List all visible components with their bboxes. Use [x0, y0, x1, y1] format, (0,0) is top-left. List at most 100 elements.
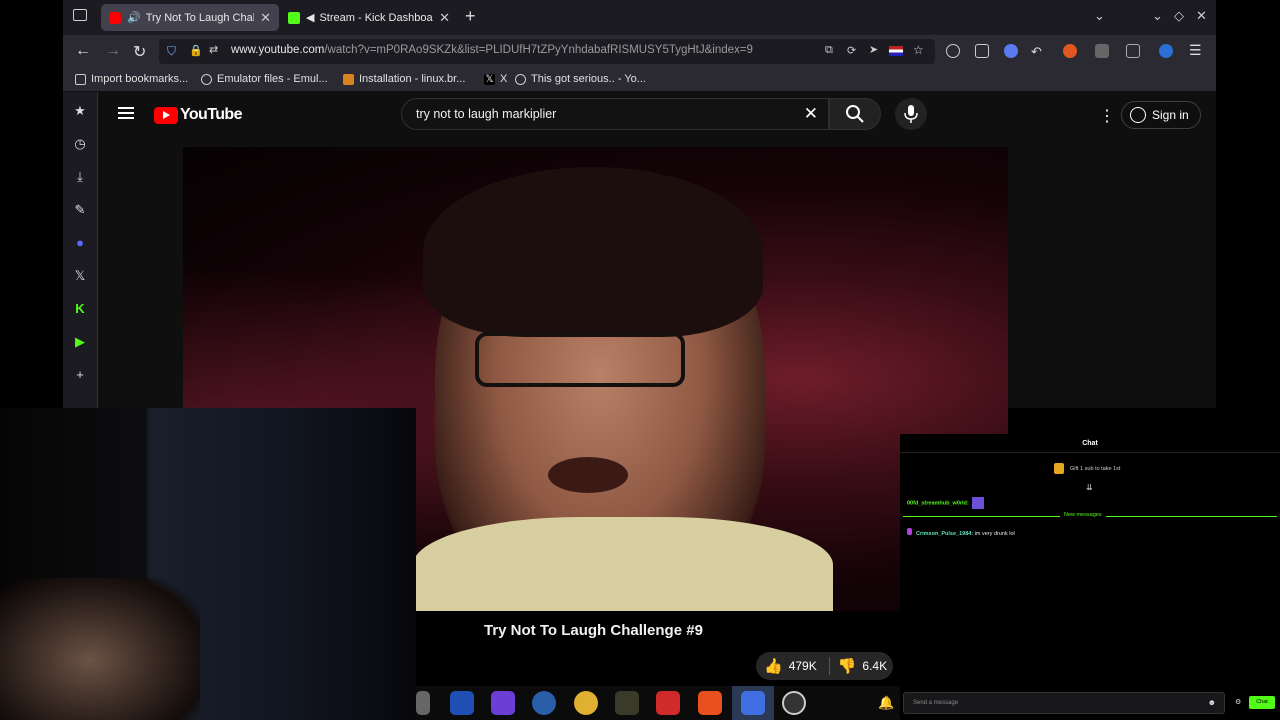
search-input[interactable]: try not to laugh markiplier ✕ — [401, 98, 829, 130]
star-icon[interactable]: ★ — [72, 103, 88, 119]
x-logo-icon: 𝕏 — [484, 73, 495, 85]
rumble-icon[interactable]: ▶ — [72, 334, 88, 350]
url-text: www.youtube.com/watch?v=mP0RAo9SKZk&list… — [231, 44, 753, 56]
dislike-count[interactable]: 6.4K — [862, 659, 887, 673]
account-icon[interactable] — [946, 44, 960, 58]
chat-username[interactable]: Crimson_Pulse_1984: — [916, 531, 973, 537]
shield-extension-icon[interactable] — [1095, 44, 1109, 58]
reader-icon[interactable]: ⟳ — [847, 44, 856, 57]
new-messages-label[interactable]: New messages — [1060, 512, 1106, 518]
search-button[interactable] — [829, 98, 881, 130]
speaker-icon[interactable]: 🔊 — [127, 11, 141, 24]
bookmark-item[interactable]: Emulator files - Emul... — [201, 73, 328, 85]
sign-in-label: Sign in — [1152, 108, 1189, 122]
emoji-icon[interactable]: ☻ — [1208, 698, 1216, 707]
close-window-icon[interactable]: ✕ — [1196, 8, 1207, 24]
emulator-icon[interactable] — [491, 691, 515, 715]
url-bar[interactable]: ⛉ 🔒 ⇄ www.youtube.com/watch?v=mP0RAo9SKZ… — [159, 39, 935, 64]
tab-list-icon[interactable] — [73, 9, 87, 21]
brave-icon[interactable] — [698, 691, 722, 715]
tab-label: Try Not To Laugh Challe — [145, 11, 255, 24]
book-icon[interactable] — [656, 691, 680, 715]
download-icon[interactable]: ⤓ — [72, 169, 88, 185]
like-dislike-bar: 👍 479K 👎 6.4K — [756, 652, 893, 680]
sign-in-button[interactable]: Sign in — [1121, 101, 1201, 129]
lock-icon[interactable]: 🔒 — [189, 44, 203, 57]
clear-search-icon[interactable]: ✕ — [804, 104, 818, 124]
muted-speaker-icon[interactable]: ◀ — [306, 11, 314, 24]
tab-bar: 🔊 Try Not To Laugh Challe ✕ ◀ Stream - K… — [63, 0, 1216, 35]
flag-icon[interactable] — [889, 46, 903, 56]
permissions-icon[interactable]: ⇄ — [209, 43, 218, 56]
puzzle-icon[interactable] — [1126, 44, 1140, 58]
edge-icon[interactable] — [1159, 44, 1173, 58]
like-count[interactable]: 479K — [789, 659, 817, 673]
back-icon[interactable]: ← — [75, 42, 91, 60]
microphone-icon — [904, 105, 918, 123]
picture-in-picture-icon[interactable]: ⧉ — [825, 44, 833, 57]
kick-icon — [288, 11, 300, 24]
send-icon[interactable]: ➤ — [869, 43, 878, 56]
close-tab-icon[interactable]: ✕ — [439, 10, 450, 26]
forward-icon[interactable]: → — [105, 42, 121, 60]
shield-icon[interactable]: ⛉ — [167, 44, 176, 59]
thumbs-down-icon[interactable]: 👎 — [838, 657, 857, 675]
undo-icon[interactable]: ↶ — [1031, 44, 1042, 60]
chat-text: im very drunk lol — [974, 531, 1015, 537]
bookmark-item[interactable]: Import bookmarks... — [75, 73, 188, 85]
emote-icon — [972, 497, 985, 509]
pencil-icon[interactable]: ✎ — [72, 202, 88, 218]
tab-youtube[interactable]: 🔊 Try Not To Laugh Challe ✕ — [101, 4, 279, 31]
extensions-icon[interactable] — [975, 44, 989, 58]
minimize-icon[interactable]: ⌄ — [1152, 8, 1163, 24]
chat-send-button[interactable]: Chat — [1249, 696, 1275, 709]
floorp-icon[interactable] — [741, 691, 765, 715]
history-icon[interactable]: ◷ — [72, 136, 88, 152]
voice-search-button[interactable] — [895, 98, 927, 130]
thumbs-up-icon[interactable]: 👍 — [764, 657, 783, 675]
bookmark-item[interactable]: 𝕏X — [484, 73, 507, 85]
chat-username[interactable]: 00fd_streamhub_w0rld: — [907, 500, 969, 506]
webcam-overlay — [0, 408, 416, 720]
settings-icon[interactable]: ⚙ — [1235, 698, 1241, 706]
kick-icon[interactable]: K — [72, 301, 88, 317]
bitwarden-icon[interactable] — [450, 691, 474, 715]
youtube-logo-text: YouTube — [180, 106, 242, 123]
menu-icon[interactable]: ☰ — [1189, 42, 1202, 59]
x-logo-icon[interactable]: 𝕏 — [72, 268, 88, 284]
obs-icon[interactable] — [782, 691, 806, 715]
globe-icon — [515, 73, 526, 85]
more-options-icon[interactable]: ⋮ — [1099, 106, 1115, 126]
new-tab-icon[interactable]: + — [465, 6, 476, 27]
notification-bell-icon[interactable]: 🔔 — [878, 695, 894, 711]
reload-icon[interactable]: ↻ — [133, 42, 146, 62]
star-icon[interactable]: ☆ — [913, 43, 924, 57]
tool-icon[interactable] — [615, 691, 639, 715]
video-subject-mouth — [548, 457, 628, 493]
import-icon — [75, 73, 86, 85]
maximize-icon[interactable]: ◇ — [1174, 8, 1184, 24]
globe-icon — [201, 73, 212, 85]
chat-placeholder: Send a message — [913, 700, 959, 706]
tab-label: Stream - Kick Dashboar — [319, 11, 434, 24]
chevron-down-icon[interactable]: ⌄ — [1094, 8, 1105, 24]
brave-rewards-icon[interactable] — [1063, 44, 1077, 58]
profile-icon[interactable] — [1004, 44, 1018, 58]
chat-input[interactable]: Send a message ☻ — [903, 692, 1225, 714]
bookmark-item[interactable]: This got serious.. - Yo... — [515, 73, 646, 85]
youtube-logo[interactable]: YouTube — [154, 106, 242, 124]
mkv-icon[interactable] — [532, 691, 556, 715]
close-tab-icon[interactable]: ✕ — [260, 10, 271, 26]
chat-message: Crimson_Pulse_1984: im very drunk lol — [907, 528, 1015, 537]
bookmarks-bar: Import bookmarks... Emulator files - Emu… — [63, 68, 1216, 92]
gift-sub-banner[interactable]: Gift 1 sub to take 1st — [1054, 463, 1120, 474]
hand-icon[interactable] — [574, 691, 598, 715]
files-icon[interactable] — [416, 691, 430, 715]
add-icon[interactable]: + — [72, 367, 88, 383]
app-icon[interactable]: ● — [72, 235, 88, 251]
tab-kick[interactable]: ◀ Stream - Kick Dashboar ✕ — [280, 4, 458, 31]
bookmark-label: Emulator files - Emul... — [217, 73, 328, 85]
scroll-down-icon[interactable]: ⇊ — [1086, 483, 1093, 492]
bookmark-item[interactable]: Installation - linux.br... — [343, 73, 465, 85]
hamburger-menu-icon[interactable] — [118, 107, 134, 119]
